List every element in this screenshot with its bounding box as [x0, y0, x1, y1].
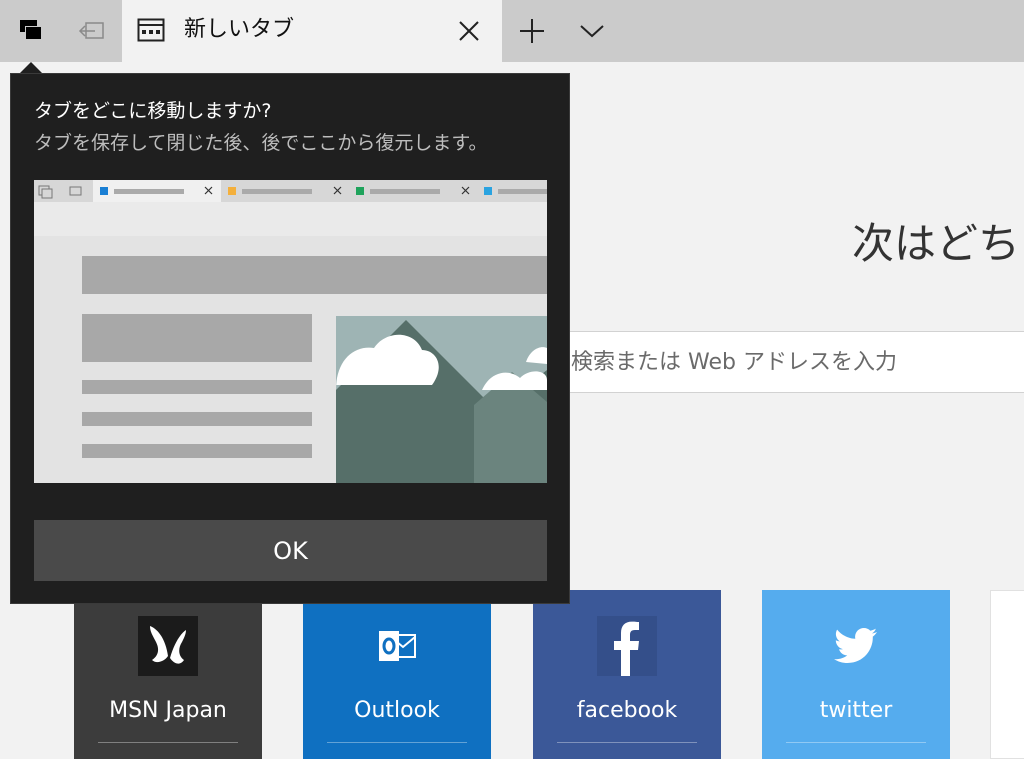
tile-msn-japan[interactable]: MSN Japan	[74, 590, 262, 759]
set-aside-icon	[20, 20, 42, 40]
search-placeholder: 検索または Web アドレスを入力	[571, 350, 897, 375]
ok-button[interactable]: OK	[34, 520, 547, 581]
close-tab-button[interactable]	[455, 17, 483, 45]
msn-logo	[138, 616, 198, 676]
tile-outlook[interactable]: Outlook	[303, 590, 491, 759]
popup-description: タブを保存して閉じた後、後でここから復元します。	[34, 132, 488, 154]
new-tab-page-icon	[137, 18, 165, 42]
tab-bar: 新しいタブ	[0, 0, 1024, 62]
tabs-set-aside-button[interactable]	[62, 0, 122, 62]
twitter-bird-icon	[834, 628, 877, 663]
tile-facebook[interactable]: facebook	[533, 590, 721, 759]
outlook-logo	[367, 616, 427, 676]
aside-tabs-icon	[78, 22, 104, 39]
tile-divider	[327, 742, 467, 743]
twitter-logo	[826, 616, 886, 676]
set-tabs-aside-button[interactable]	[0, 0, 62, 62]
page-heading: 次はどちら	[852, 219, 1024, 268]
search-input[interactable]: 検索または Web アドレスを入力	[536, 331, 1024, 393]
facebook-logo	[597, 616, 657, 676]
tab-title: 新しいタブ	[184, 17, 295, 42]
plus-icon	[520, 19, 544, 43]
new-tab-button[interactable]	[502, 0, 562, 62]
outlook-icon	[379, 631, 416, 661]
tab-new-tab[interactable]: 新しいタブ	[122, 0, 502, 62]
browser-illustration	[34, 180, 547, 483]
tile-label: MSN Japan	[109, 698, 227, 723]
show-tab-previews-button[interactable]	[562, 0, 622, 62]
popup-title: タブをどこに移動しますか?	[34, 100, 272, 122]
facebook-f-icon	[597, 616, 657, 676]
close-icon	[459, 21, 479, 41]
tile-partial[interactable]	[990, 590, 1024, 759]
tile-label: twitter	[819, 698, 893, 723]
msn-butterfly-icon	[138, 616, 198, 676]
tile-divider	[786, 742, 926, 743]
tile-label: facebook	[576, 698, 678, 723]
tile-divider	[557, 742, 697, 743]
tile-twitter[interactable]: twitter	[762, 590, 950, 759]
tile-label: Outlook	[354, 698, 440, 723]
tile-divider	[98, 742, 238, 743]
chevron-down-icon	[580, 25, 604, 38]
set-tabs-aside-popup: タブをどこに移動しますか? タブを保存して閉じた後、後でここから復元します。 O…	[10, 73, 570, 604]
